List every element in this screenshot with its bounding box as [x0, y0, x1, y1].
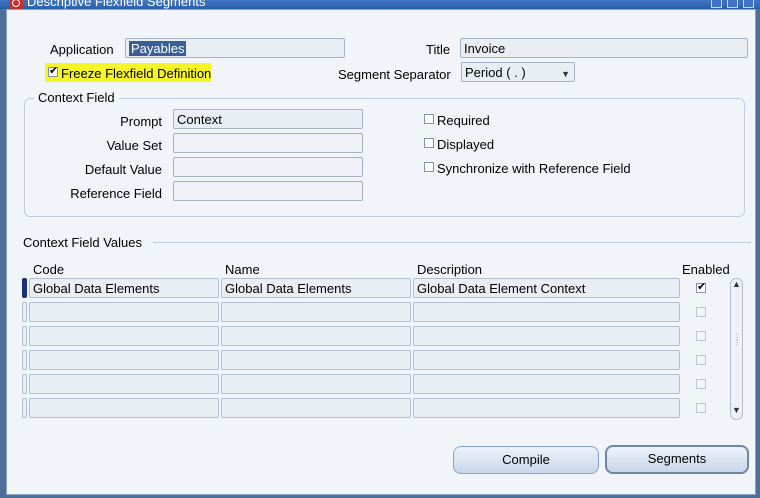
value-set-label: Value Set [106, 138, 162, 153]
scroll-grip-icon[interactable]: ⋮ ⋮ [733, 334, 741, 347]
scroll-down-icon[interactable]: ▼ [732, 405, 741, 415]
separator-value: Period ( . ) [465, 65, 526, 80]
code-cell[interactable] [29, 374, 219, 394]
chevron-down-icon[interactable]: ▼ [561, 67, 570, 81]
row-indicator[interactable] [22, 326, 27, 346]
name-cell[interactable] [221, 398, 411, 418]
enabled-checkbox[interactable] [696, 280, 706, 293]
oracle-app-icon [9, 0, 23, 9]
scroll-up-icon[interactable]: ▲ [732, 279, 741, 289]
name-cell[interactable] [221, 302, 411, 322]
synchronize-label: Synchronize with Reference Field [437, 161, 631, 176]
code-cell[interactable] [29, 398, 219, 418]
table-scrollbar[interactable]: ▲ ⋮ ⋮ ▼ [730, 278, 743, 420]
row-indicator[interactable] [22, 278, 27, 298]
description-cell[interactable] [413, 350, 680, 370]
minimize-icon[interactable] [711, 0, 722, 8]
description-cell[interactable] [413, 398, 680, 418]
default-value-field[interactable] [173, 157, 363, 177]
column-header-name: Name [225, 262, 260, 277]
displayed-checkbox[interactable] [424, 138, 434, 148]
column-header-code: Code [33, 262, 65, 277]
window-titlebar: Descriptive Flexfield Segments [0, 0, 760, 9]
name-cell[interactable]: Global Data Elements [221, 278, 411, 298]
required-checkbox[interactable] [424, 114, 434, 124]
prompt-label: Prompt [120, 114, 162, 129]
context-field-title: Context Field [34, 90, 119, 105]
row-indicator[interactable] [22, 302, 27, 322]
name-cell[interactable] [221, 326, 411, 346]
name-cell[interactable] [221, 350, 411, 370]
section-divider [153, 242, 751, 243]
flexfield-window: Application Payables Title Invoice Freez… [6, 9, 756, 495]
segments-button[interactable]: Segments [605, 445, 749, 474]
title-field[interactable]: Invoice [460, 38, 748, 58]
application-label: Application [50, 42, 114, 57]
code-cell[interactable]: Global Data Elements [29, 278, 219, 298]
description-cell[interactable]: Global Data Element Context [413, 278, 680, 298]
freeze-label: Freeze Flexfield Definition [61, 66, 212, 81]
synchronize-checkbox[interactable] [424, 162, 434, 172]
code-cell[interactable] [29, 326, 219, 346]
description-cell[interactable] [413, 374, 680, 394]
segments-button-label: Segments [647, 451, 707, 466]
enabled-checkbox[interactable] [696, 403, 706, 413]
required-label: Required [437, 113, 490, 128]
reference-field-label: Reference Field [70, 186, 162, 201]
enabled-checkbox[interactable] [696, 307, 706, 317]
description-cell[interactable] [413, 326, 680, 346]
column-header-description: Description [417, 262, 483, 277]
freeze-checkbox[interactable] [48, 64, 58, 77]
compile-button[interactable]: Compile [453, 446, 599, 474]
column-header-enabled: Enabled [682, 262, 730, 277]
name-cell[interactable] [221, 374, 411, 394]
prompt-field[interactable]: Context [173, 109, 363, 129]
code-cell[interactable] [29, 302, 219, 322]
code-cell[interactable] [29, 350, 219, 370]
row-indicator[interactable] [22, 350, 27, 370]
separator-select[interactable]: Period ( . ) ▼ [461, 62, 575, 82]
application-value: Payables [129, 41, 187, 56]
compile-button-label: Compile [502, 452, 550, 467]
maximize-icon[interactable] [727, 0, 738, 8]
displayed-label: Displayed [437, 137, 495, 152]
application-field[interactable]: Payables [125, 38, 345, 58]
enabled-checkbox[interactable] [696, 355, 706, 365]
window-title: Descriptive Flexfield Segments [27, 0, 206, 9]
separator-label: Segment Separator [338, 67, 451, 82]
context-values-title: Context Field Values [23, 235, 142, 250]
row-indicator[interactable] [22, 398, 27, 418]
row-indicator[interactable] [22, 374, 27, 394]
reference-field-field[interactable] [173, 181, 363, 201]
default-value-label: Default Value [84, 162, 162, 177]
enabled-checkbox[interactable] [696, 379, 706, 389]
title-label: Title [426, 42, 451, 57]
enabled-checkbox[interactable] [696, 331, 706, 341]
description-cell[interactable] [413, 302, 680, 322]
value-set-field[interactable] [173, 133, 363, 153]
close-icon[interactable] [743, 0, 754, 8]
